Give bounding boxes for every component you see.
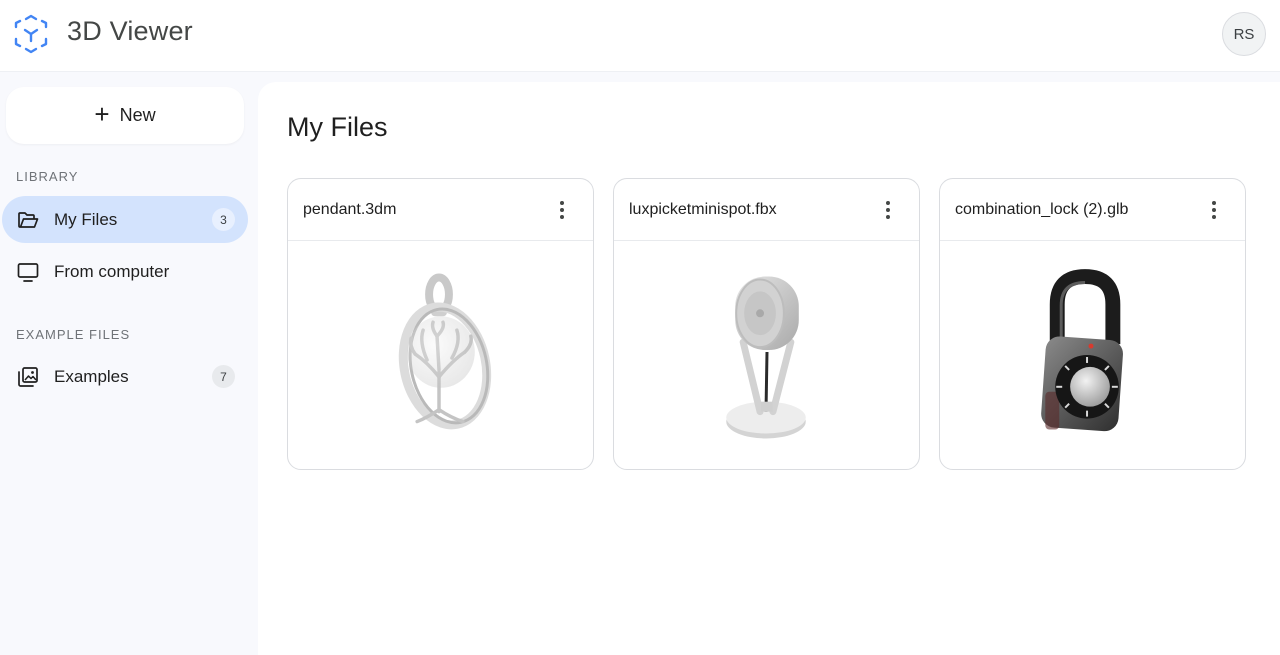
file-count-badge: 3 [212, 208, 235, 231]
more-options-icon[interactable] [549, 197, 575, 223]
library-heading: LIBRARY [16, 169, 79, 184]
file-name: combination_lock (2).glb [955, 201, 1129, 218]
pendant-thumbnail[interactable] [288, 242, 593, 470]
examples-count-badge: 7 [212, 365, 235, 388]
main-content: My Files pendant.3dm luxpicketminispot.f… [258, 82, 1280, 655]
sidebar-item-my-files[interactable]: My Files 3 [2, 196, 248, 243]
example-files-heading: EXAMPLE FILES [16, 327, 131, 342]
sidebar: + New LIBRARY My Files 3 From computer E… [0, 72, 258, 655]
file-card-combination-lock[interactable]: combination_lock (2).glb [939, 178, 1246, 470]
page-title: My Files [287, 112, 388, 142]
folder-open-icon [18, 212, 39, 228]
more-options-icon[interactable] [875, 197, 901, 223]
user-avatar[interactable]: RS [1222, 12, 1266, 56]
file-card-header: luxpicketminispot.fbx [614, 179, 919, 241]
file-card-pendant[interactable]: pendant.3dm [287, 178, 594, 470]
cube-logo-icon[interactable] [12, 14, 50, 54]
plus-icon: + [94, 99, 110, 129]
app-title: 3D Viewer [67, 16, 193, 46]
new-button[interactable]: + New [6, 87, 244, 144]
monitor-icon [17, 263, 39, 282]
file-card-header: combination_lock (2).glb [940, 179, 1245, 241]
sidebar-item-label: My Files [54, 209, 118, 229]
file-name: pendant.3dm [303, 201, 397, 218]
sidebar-item-label: Examples [54, 366, 129, 386]
file-card-spotlight[interactable]: luxpicketminispot.fbx [613, 178, 920, 470]
file-name: luxpicketminispot.fbx [629, 201, 777, 218]
combination-lock-thumbnail[interactable] [940, 242, 1245, 470]
file-card-header: pendant.3dm [288, 179, 593, 241]
image-gallery-icon [18, 367, 38, 387]
new-button-label: New [119, 105, 156, 125]
sidebar-item-examples[interactable]: Examples 7 [2, 353, 248, 400]
sidebar-item-label: From computer [54, 261, 170, 281]
more-options-icon[interactable] [1201, 197, 1227, 223]
sidebar-item-from-computer[interactable]: From computer [2, 248, 248, 295]
app-header: 3D Viewer RS [0, 0, 1280, 72]
spotlight-thumbnail[interactable] [614, 242, 919, 470]
